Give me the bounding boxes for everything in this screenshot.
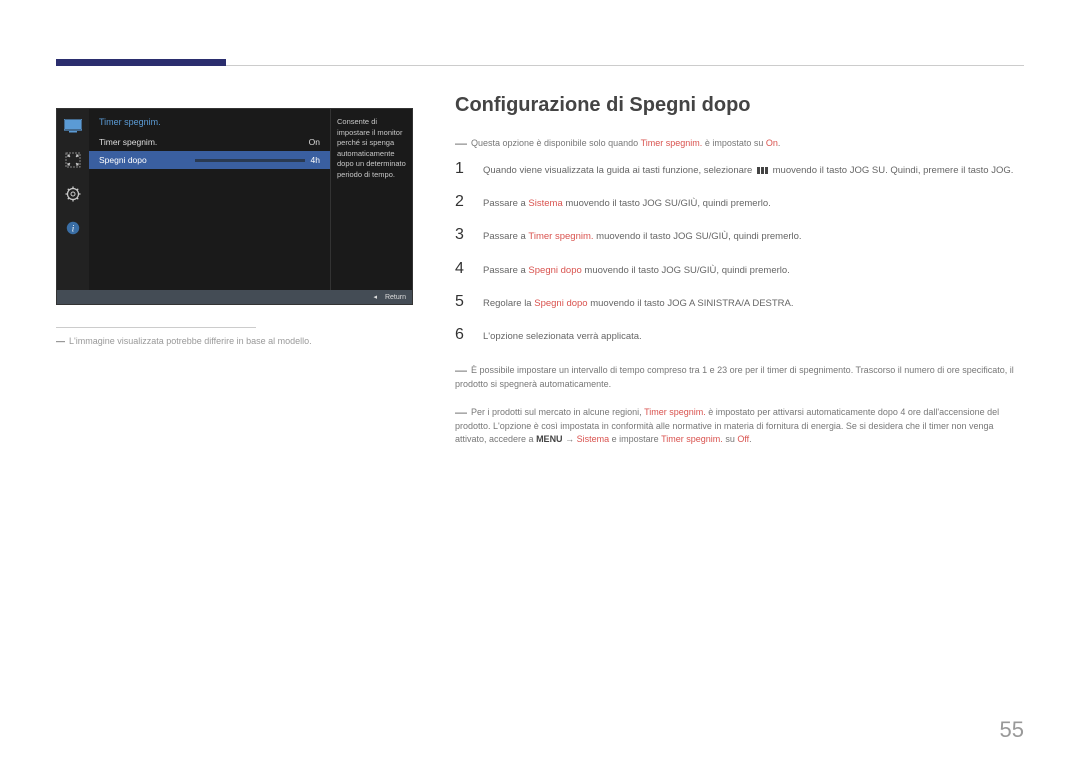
footnote-1: ―È possibile impostare un intervallo di … [455, 360, 1025, 392]
caption-text: L'immagine visualizzata potrebbe differi… [69, 336, 312, 346]
osd-title: Timer spegnim. [89, 109, 330, 133]
footnote-text: Per i prodotti sul mercato in alcune reg… [471, 407, 644, 417]
step-text: Quando viene visualizzata la guida ai ta… [483, 165, 755, 176]
step-text: Passare a [483, 198, 528, 209]
osd-row-label: Timer spegnim. [99, 137, 157, 147]
step-text: Regolare la [483, 298, 534, 309]
osd-side-icons: i [57, 109, 89, 304]
osd-row-spegni-dopo: Spegni dopo 4h [89, 151, 330, 169]
caption-separator [56, 327, 256, 328]
step-3: 3 Passare a Timer spegnim. muovendo il t… [455, 227, 1025, 244]
osd-rows: Timer spegnim. On Spegni dopo 4h [89, 133, 330, 304]
page-number: 55 [1000, 717, 1024, 743]
footer-arrow-icon: ◂ [373, 293, 377, 301]
left-column: i Timer spegnim. Timer spegnim. On Spegn… [56, 108, 416, 346]
step-highlight: Sistema [528, 198, 562, 209]
resize-icon [62, 149, 84, 171]
note-text: Questa opzione è disponibile solo quando [471, 138, 641, 148]
footnote-text: e impostare [609, 434, 661, 444]
step-text: muovendo il tasto JOG SU/GIÙ, quindi pre… [582, 265, 790, 276]
step-body: Passare a Spegni dopo muovendo il tasto … [483, 261, 1025, 278]
gear-icon [62, 183, 84, 205]
section-heading: Configurazione di Spegni dopo [455, 94, 1025, 117]
step-number: 4 [455, 261, 469, 277]
intro-note: ―Questa opzione è disponibile solo quand… [455, 133, 1025, 151]
footnote-arrow: → [563, 434, 577, 444]
step-text: muovendo il tasto JOG SU/GIÙ, quindi pre… [563, 198, 771, 209]
step-6: 6 L'opzione selezionata verrà applicata. [455, 327, 1025, 344]
osd-screenshot: i Timer spegnim. Timer spegnim. On Spegn… [56, 108, 413, 305]
osd-row-value: On [309, 137, 320, 147]
step-text: Passare a [483, 265, 528, 276]
step-body: L'opzione selezionata verrà applicata. [483, 327, 1025, 344]
osd-description: Consente di impostare il monitor perché … [330, 109, 412, 304]
osd-row-timer: Timer spegnim. On [89, 133, 330, 151]
steps-list: 1 Quando viene visualizzata la guida ai … [455, 161, 1025, 344]
step-number: 1 [455, 161, 469, 177]
step-highlight: Timer spegnim. [528, 231, 593, 242]
step-text: Passare a [483, 231, 528, 242]
step-number: 5 [455, 294, 469, 310]
step-text: muovendo il tasto JOG SU/GIÙ, quindi pre… [594, 231, 802, 242]
top-rule [56, 60, 1024, 66]
step-body: Passare a Timer spegnim. muovendo il tas… [483, 227, 1025, 244]
step-number: 3 [455, 227, 469, 243]
step-body: Passare a Sistema muovendo il tasto JOG … [483, 194, 1025, 211]
menu-icon [757, 167, 768, 174]
step-number: 2 [455, 194, 469, 210]
footnote-highlight: Timer spegnim. [661, 434, 723, 444]
footnote-text: su [723, 434, 738, 444]
info-icon: i [62, 217, 84, 239]
osd-row-label: Spegni dopo [99, 155, 147, 165]
step-text: muovendo il tasto JOG A SINISTRA/A DESTR… [588, 298, 794, 309]
step-body: Quando viene visualizzata la guida ai ta… [483, 161, 1025, 178]
footnote-highlight: Off [737, 434, 749, 444]
step-highlight: Spegni dopo [528, 265, 581, 276]
slider-track [195, 159, 305, 162]
osd-footer: ◂ Return [57, 290, 412, 304]
note-highlight: Timer spegnim. [641, 138, 703, 148]
note-text: è impostato su [702, 138, 766, 148]
step-2: 2 Passare a Sistema muovendo il tasto JO… [455, 194, 1025, 211]
right-column: Configurazione di Spegni dopo ―Questa op… [455, 94, 1025, 457]
footnote-2: ―Per i prodotti sul mercato in alcune re… [455, 402, 1025, 447]
footer-return-label: Return [385, 294, 406, 301]
step-number: 6 [455, 327, 469, 343]
step-body: Regolare la Spegni dopo muovendo il tast… [483, 294, 1025, 311]
image-caption: ―L'immagine visualizzata potrebbe differ… [56, 336, 416, 346]
step-highlight: Spegni dopo [534, 298, 587, 309]
note-highlight: On [766, 138, 778, 148]
display-icon [62, 115, 84, 137]
step-text: muovendo il tasto JOG SU. Quindi, premer… [770, 165, 1013, 176]
footnote-text: . [749, 434, 752, 444]
step-5: 5 Regolare la Spegni dopo muovendo il ta… [455, 294, 1025, 311]
step-1: 1 Quando viene visualizzata la guida ai … [455, 161, 1025, 178]
footnote-highlight: Timer spegnim. [644, 407, 706, 417]
footnote-bold: MENU [536, 434, 563, 444]
note-text: . [778, 138, 781, 148]
footnote-highlight: Sistema [577, 434, 610, 444]
osd-main-panel: Timer spegnim. Timer spegnim. On Spegni … [89, 109, 330, 304]
osd-row-value: 4h [311, 155, 320, 165]
footnote-text: È possibile impostare un intervallo di t… [455, 365, 1014, 389]
step-4: 4 Passare a Spegni dopo muovendo il tast… [455, 261, 1025, 278]
